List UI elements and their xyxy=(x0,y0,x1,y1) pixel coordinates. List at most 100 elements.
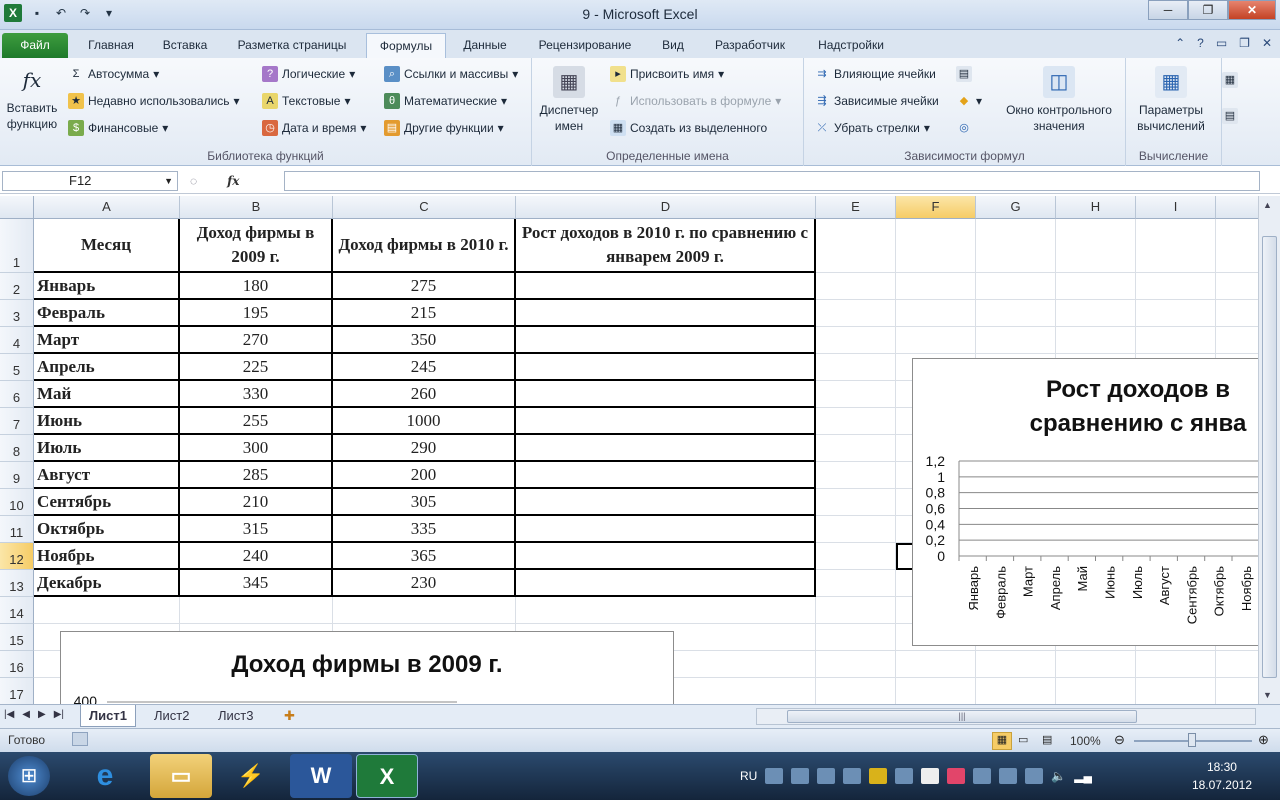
macro-record-icon[interactable] xyxy=(72,732,88,746)
table-cell-income-2010[interactable]: 305 xyxy=(333,489,516,516)
create-from-selection-button[interactable]: ▦ Создать из выделенного xyxy=(610,120,767,136)
table-cell-income-2009[interactable]: 180 xyxy=(180,273,333,300)
tab-developer[interactable]: Разработчик xyxy=(700,33,800,58)
empty-cell[interactable] xyxy=(1056,219,1136,273)
empty-cell[interactable] xyxy=(816,489,896,516)
table-cell-income-2010[interactable]: 275 xyxy=(333,273,516,300)
table-cell-growth[interactable] xyxy=(516,273,816,300)
start-button-icon[interactable]: ⊞ xyxy=(8,756,50,796)
page-layout-view-icon[interactable]: ▭ xyxy=(1018,733,1028,746)
error-checking-button[interactable]: ◆ ▾ xyxy=(956,93,982,109)
table-cell-income-2010[interactable]: 290 xyxy=(333,435,516,462)
empty-cell[interactable] xyxy=(896,327,976,354)
empty-cell[interactable] xyxy=(180,597,333,624)
table-cell-income-2009[interactable]: 300 xyxy=(180,435,333,462)
table-cell-income-2010[interactable]: 230 xyxy=(333,570,516,597)
empty-cell[interactable] xyxy=(976,273,1056,300)
math-button[interactable]: θ Математические ▾ xyxy=(384,93,507,109)
excel-taskbar-icon[interactable]: X xyxy=(356,754,418,798)
table-cell-income-2010[interactable]: 215 xyxy=(333,300,516,327)
datetime-button[interactable]: ◷ Дата и время ▾ xyxy=(262,120,366,136)
trace-dependents-button[interactable]: ⇶ Зависимые ячейки xyxy=(814,93,938,109)
empty-cell[interactable] xyxy=(896,273,976,300)
table-cell-month[interactable]: Июль xyxy=(34,435,180,462)
table-cell-income-2009[interactable]: 240 xyxy=(180,543,333,570)
table-cell-income-2010[interactable]: 335 xyxy=(333,516,516,543)
empty-cell[interactable] xyxy=(896,219,976,273)
word-icon[interactable]: W xyxy=(290,754,352,798)
empty-cell[interactable] xyxy=(1136,273,1216,300)
minimize-button[interactable]: ─ xyxy=(1148,0,1188,20)
row-header-15[interactable]: 15 xyxy=(0,624,34,651)
empty-cell[interactable] xyxy=(976,651,1056,678)
window-restore-icon[interactable]: ❐ xyxy=(1239,36,1250,50)
table-cell-income-2009[interactable]: 315 xyxy=(180,516,333,543)
volume-icon[interactable]: 🔈 xyxy=(1051,769,1066,783)
tab-addins[interactable]: Надстройки xyxy=(804,33,898,58)
sheet-tab-3[interactable]: Лист3 xyxy=(210,705,261,727)
row-header-10[interactable]: 10 xyxy=(0,489,34,516)
vertical-scroll-thumb[interactable] xyxy=(1262,236,1277,678)
table-cell-income-2009[interactable]: 210 xyxy=(180,489,333,516)
row-header-4[interactable]: 4 xyxy=(0,327,34,354)
empty-cell[interactable] xyxy=(816,543,896,570)
empty-cell[interactable] xyxy=(896,300,976,327)
empty-cell[interactable] xyxy=(1216,678,1258,704)
table-cell-growth[interactable] xyxy=(516,381,816,408)
name-manager-button[interactable]: ▦ Диспетчер имен xyxy=(536,66,602,134)
empty-cell[interactable] xyxy=(816,678,896,704)
chart-income-2009[interactable]: Доход фирмы в 2009 г. 400 xyxy=(60,631,674,704)
col-header-i[interactable]: I xyxy=(1136,196,1216,219)
empty-cell[interactable] xyxy=(816,327,896,354)
text-button[interactable]: A Текстовые ▾ xyxy=(262,93,350,109)
empty-cell[interactable] xyxy=(1216,273,1258,300)
cancel-enter-icon[interactable]: ◌ xyxy=(190,174,197,188)
table-header-cell[interactable]: Доход фирмы в 2009 г. xyxy=(180,219,333,273)
row-header-2[interactable]: 2 xyxy=(0,273,34,300)
chart-growth[interactable]: Рост доходов в сравнению с янва 1,2 1 0,8 0,6… xyxy=(912,358,1258,646)
window-close-icon[interactable]: ✕ xyxy=(1262,36,1272,50)
row-header-8[interactable]: 8 xyxy=(0,435,34,462)
sheet-tab-2[interactable]: Лист2 xyxy=(146,705,197,727)
empty-cell[interactable] xyxy=(816,462,896,489)
table-cell-month[interactable]: Февраль xyxy=(34,300,180,327)
empty-cell[interactable] xyxy=(816,219,896,273)
empty-cell[interactable] xyxy=(516,597,816,624)
empty-cell[interactable] xyxy=(816,516,896,543)
remove-arrows-button[interactable]: ⤫ Убрать стрелки ▾ xyxy=(814,120,930,136)
maximize-button[interactable]: ❐ xyxy=(1188,0,1228,20)
row-header-6[interactable]: 6 xyxy=(0,381,34,408)
tray-heart-icon[interactable] xyxy=(947,768,966,784)
name-box-dropdown-icon[interactable]: ▼ xyxy=(164,172,173,190)
row-header-11[interactable]: 11 xyxy=(0,516,34,543)
col-header-c[interactable]: C xyxy=(333,196,516,219)
tray-media-icon[interactable] xyxy=(895,768,914,784)
zoom-out-icon[interactable]: ⊖ xyxy=(1114,732,1125,748)
insert-function-button[interactable]: fx Вставить функцию xyxy=(2,64,62,132)
table-header-cell[interactable]: Рост доходов в 2010 г. по сравнению с ян… xyxy=(516,219,816,273)
tray-app-icon[interactable] xyxy=(791,768,810,784)
calculation-options-button[interactable]: ▦ Параметры вычислений xyxy=(1130,66,1212,134)
table-cell-income-2009[interactable]: 255 xyxy=(180,408,333,435)
table-cell-income-2009[interactable]: 225 xyxy=(180,354,333,381)
empty-cell[interactable] xyxy=(1136,327,1216,354)
empty-cell[interactable] xyxy=(976,678,1056,704)
clock[interactable]: 18:30 18.07.2012 xyxy=(1192,758,1252,794)
empty-cell[interactable] xyxy=(34,597,180,624)
table-cell-growth[interactable] xyxy=(516,543,816,570)
zoom-slider-thumb[interactable] xyxy=(1188,733,1196,747)
scroll-up-icon[interactable]: ▲ xyxy=(1263,200,1272,210)
row-header-5[interactable]: 5 xyxy=(0,354,34,381)
table-cell-income-2009[interactable]: 330 xyxy=(180,381,333,408)
minimize-ribbon-icon[interactable]: ⌃ xyxy=(1175,36,1185,50)
row-header-12[interactable]: 12 xyxy=(0,543,34,570)
col-header-b[interactable]: B xyxy=(180,196,333,219)
define-name-button[interactable]: ▸ Присвоить имя ▾ xyxy=(610,66,724,82)
tab-view[interactable]: Вид xyxy=(650,33,696,58)
watch-window-button[interactable]: ◫ Окно контрольного значения xyxy=(996,66,1122,134)
table-cell-income-2009[interactable]: 285 xyxy=(180,462,333,489)
explorer-folder-icon[interactable]: ▭ xyxy=(150,754,212,798)
table-cell-income-2010[interactable]: 350 xyxy=(333,327,516,354)
other-functions-button[interactable]: ▤ Другие функции ▾ xyxy=(384,120,504,136)
empty-cell[interactable] xyxy=(976,327,1056,354)
